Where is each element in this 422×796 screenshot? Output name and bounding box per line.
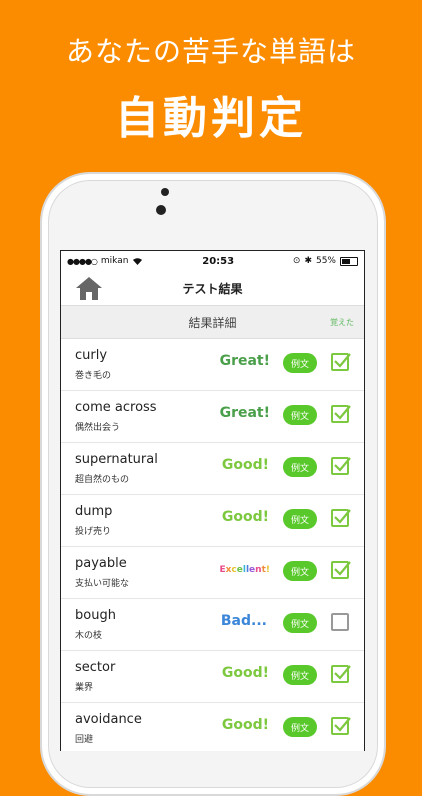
front-sensor-icon [156, 205, 166, 215]
learned-checkbox[interactable] [331, 665, 351, 683]
result-row[interactable]: come across 偶然出会う Great! 例文 [61, 391, 364, 443]
status-time: 20:53 [202, 255, 235, 267]
result-row[interactable]: sector 業界 Good! 例文 [61, 651, 364, 703]
word-text: curly [75, 348, 108, 363]
word-meaning: 巻き毛の [75, 371, 112, 381]
learned-checkbox[interactable] [331, 613, 349, 631]
learned-checkbox[interactable] [331, 405, 351, 423]
bluetooth-icon: ✱ [304, 256, 312, 266]
result-row[interactable]: curly 巻き毛の Great! 例文 [61, 339, 364, 391]
nav-bar: テスト結果 [61, 271, 364, 306]
word-text: bough [75, 608, 116, 623]
grade-label: Bad... [220, 613, 267, 629]
carrier-name: mikan [100, 256, 129, 266]
example-button[interactable]: 例文 [283, 665, 317, 685]
word-meaning: 回避 [75, 735, 94, 745]
result-row[interactable]: dump 投げ売り Good! 例文 [61, 495, 364, 547]
result-row[interactable]: bough 木の枝 Bad... 例文 [61, 599, 364, 651]
result-row[interactable]: avoidance 回避 Good! 例文 [61, 703, 364, 751]
result-list: curly 巻き毛の Great! 例文 come across 偶然出会う Great! 例… [61, 339, 364, 751]
example-button[interactable]: 例文 [283, 561, 317, 581]
checkmark-icon [334, 717, 351, 732]
page-title: テスト結果 [182, 281, 243, 296]
learned-checkbox[interactable] [331, 353, 351, 371]
grade-label: Great! [219, 353, 270, 369]
grade-label: Good! [221, 717, 269, 733]
result-row[interactable]: supernatural 超自然のもの Good! 例文 [61, 443, 364, 495]
checkmark-icon [334, 665, 351, 680]
grade-label: Good! [221, 665, 269, 681]
word-text: sector [75, 660, 116, 675]
word-meaning: 投げ売り [75, 527, 112, 537]
grade-label: Great! [219, 405, 270, 421]
section-header: 結果詳細 覚えた [61, 306, 364, 339]
example-button[interactable]: 例文 [283, 717, 317, 737]
learned-checkbox[interactable] [331, 561, 351, 579]
example-button[interactable]: 例文 [283, 353, 317, 373]
example-button[interactable]: 例文 [283, 457, 317, 477]
status-bar: ●●●●○ mikan 20:53 ⊙ ✱ 55% [61, 251, 364, 271]
home-icon[interactable] [75, 275, 103, 301]
checkmark-icon [334, 561, 351, 576]
result-row[interactable]: payable 支払い可能な Excellent! 例文 [61, 547, 364, 599]
grade-label: Excellent! [219, 565, 270, 575]
learned-checkbox[interactable] [331, 509, 351, 527]
signal-icon: ●●●●○ [67, 256, 98, 266]
grade-label: Good! [221, 457, 269, 473]
orientation-lock-icon: ⊙ [292, 256, 301, 266]
learned-checkbox[interactable] [331, 457, 351, 475]
wifi-icon [133, 258, 143, 265]
promo-line2: 自動判定 [115, 93, 307, 144]
example-button[interactable]: 例文 [283, 509, 317, 529]
camera-icon [161, 188, 169, 196]
checkmark-icon [334, 405, 351, 420]
checkmark-icon [334, 509, 351, 524]
word-meaning: 支払い可能な [75, 579, 130, 589]
section-title: 結果詳細 [188, 315, 237, 330]
checkmark-icon [334, 457, 351, 472]
word-text: dump [75, 504, 113, 519]
word-text: payable [75, 556, 127, 571]
word-meaning: 木の枝 [75, 631, 103, 641]
phone-screen: ●●●●○ mikan 20:53 ⊙ ✱ 55% テスト結果 結果詳細 覚えた… [60, 250, 365, 751]
word-text: come across [75, 400, 157, 415]
word-meaning: 超自然のもの [75, 475, 130, 485]
battery-percent: 55% [315, 256, 336, 266]
example-button[interactable]: 例文 [283, 405, 317, 425]
word-meaning: 偶然出会う [75, 423, 121, 433]
checkmark-icon [334, 353, 351, 368]
word-text: supernatural [75, 452, 158, 467]
word-meaning: 業界 [75, 683, 94, 693]
learned-column-label: 覚えた [330, 317, 354, 327]
promo-line1: あなたの苦手な単語は [65, 35, 356, 68]
word-text: avoidance [75, 712, 142, 727]
example-button[interactable]: 例文 [283, 613, 317, 633]
grade-label: Good! [221, 509, 269, 525]
learned-checkbox[interactable] [331, 717, 351, 735]
battery-icon [340, 256, 358, 266]
